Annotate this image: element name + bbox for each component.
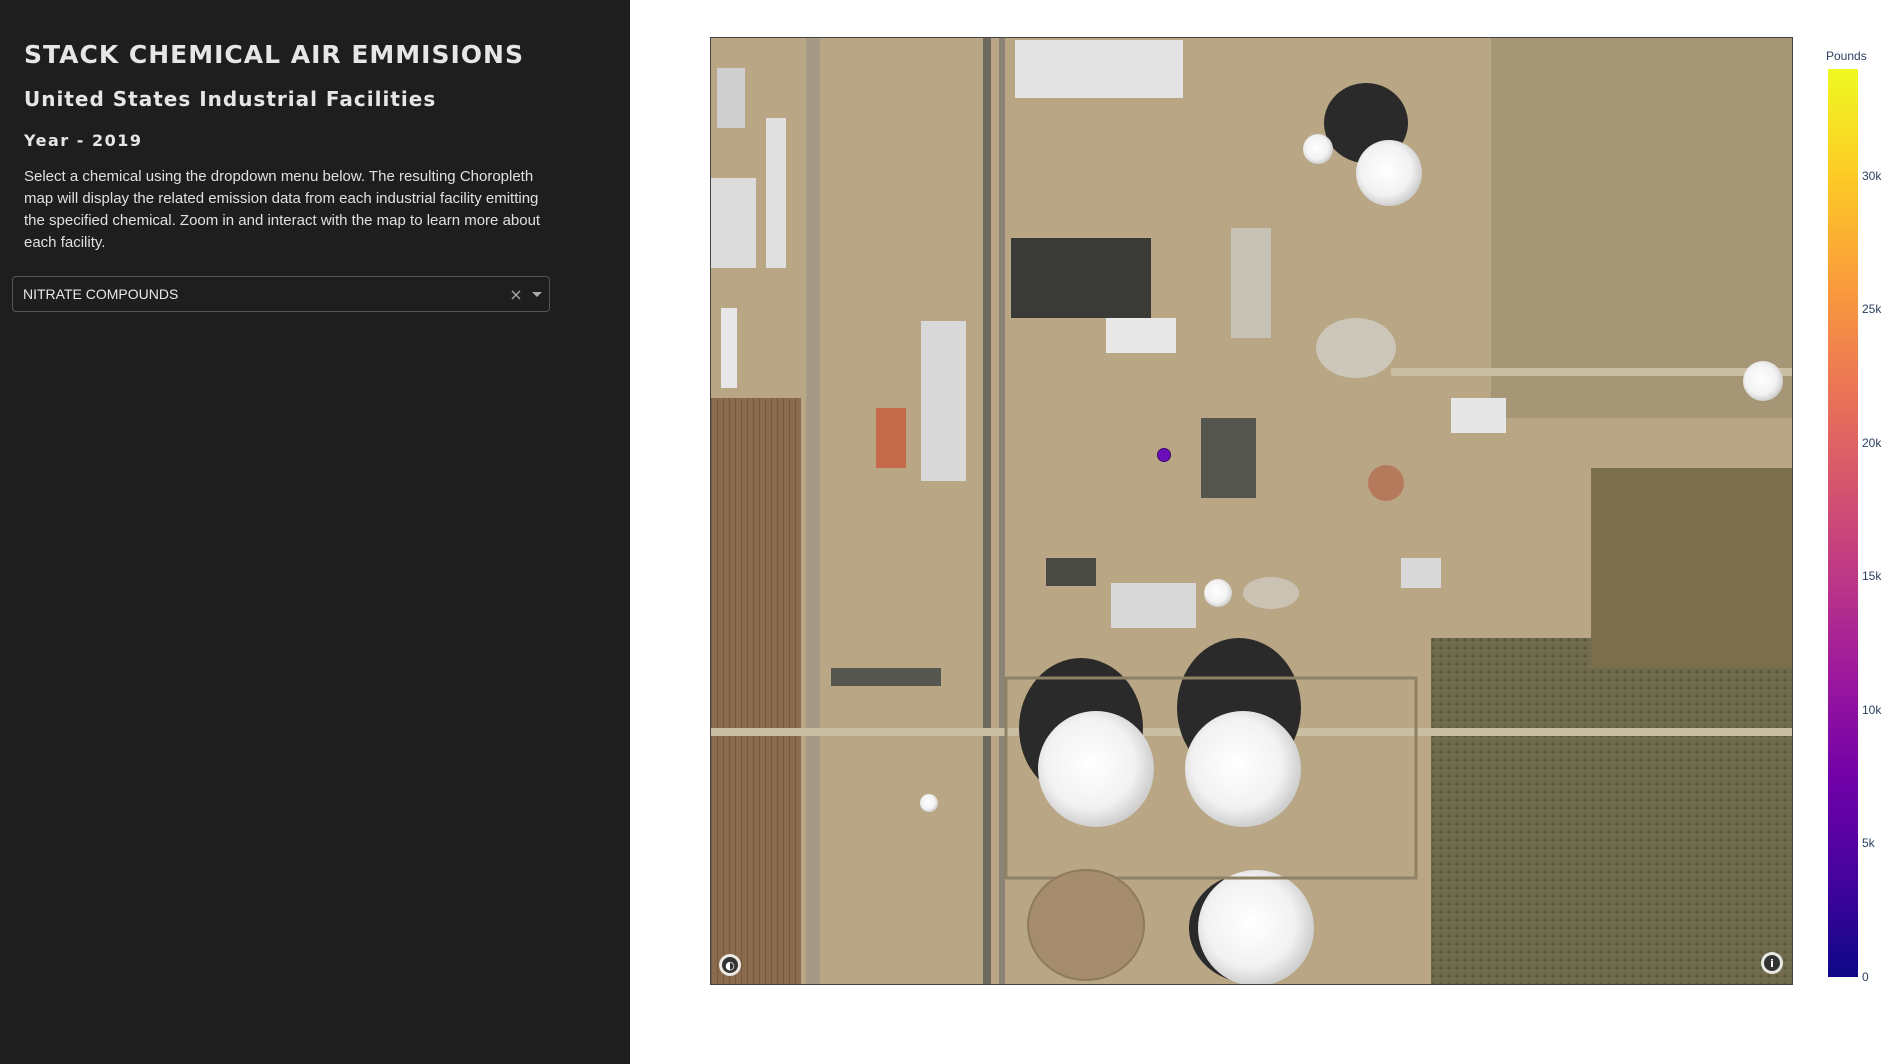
chevron-down-icon [532,291,542,297]
colorbar-tick-label: 30k [1862,168,1882,183]
satellite-map[interactable]: ◐ i [710,37,1793,985]
colorbar-legend: Pounds 0 5k 10k 15k 20k 25k 30k [1826,46,1886,986]
colorbar-gradient [1828,69,1858,977]
chemical-dropdown[interactable]: NITRATE COMPOUNDS × [12,276,550,312]
app-root: STACK CHEMICAL AIR EMMISIONS United Stat… [0,0,1889,1064]
map-info-button[interactable]: i [1761,952,1783,974]
colorbar-tick-label: 0 [1862,970,1869,984]
instructions-text: Select a chemical using the dropdown men… [24,168,541,251]
year-label: Year - 2019 [24,131,143,150]
page-subtitle: United States Industrial Facilities [24,87,437,111]
colorbar-tick-label: 15k [1862,569,1882,584]
satellite-imagery [711,38,1792,984]
map-logo-button[interactable]: ◐ [719,954,741,976]
facility-marker[interactable] [1157,448,1171,462]
page-title: STACK CHEMICAL AIR EMMISIONS [24,40,524,69]
colorbar-tick-label: 5k [1862,836,1875,851]
colorbar-tick-label: 20k [1862,435,1882,450]
sidebar-panel: STACK CHEMICAL AIR EMMISIONS United Stat… [0,0,630,1064]
dropdown-selected-value: NITRATE COMPOUNDS [23,286,179,302]
colorbar-tick-label: 10k [1862,702,1882,717]
dropdown-arrow-button[interactable] [525,277,549,311]
info-icon: i [1764,955,1780,971]
mapbox-logo-icon: ◐ [722,957,738,973]
colorbar-title: Pounds [1826,49,1867,63]
colorbar-tick-label: 25k [1862,302,1882,317]
clear-selection-icon[interactable]: × [507,285,525,304]
